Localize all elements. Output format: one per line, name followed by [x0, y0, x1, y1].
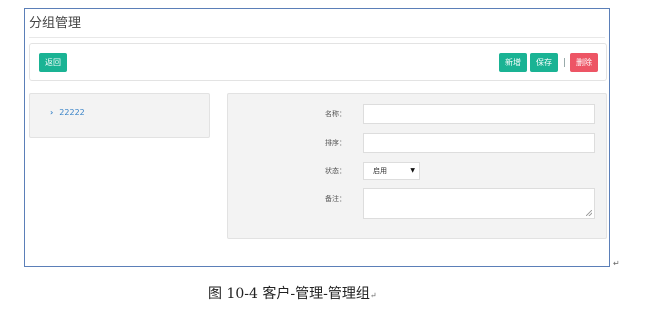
caption-paragraph-mark: ↵ [369, 291, 377, 300]
title-divider [29, 37, 605, 38]
note-textarea[interactable] [363, 188, 595, 219]
toolbar-separator [564, 58, 565, 67]
sort-label: 排序： [325, 139, 346, 147]
name-field[interactable] [363, 104, 595, 124]
tree-item[interactable]: › 22222 [50, 108, 85, 117]
status-label: 状态： [325, 167, 346, 175]
sort-field[interactable] [363, 133, 595, 153]
save-button[interactable]: 保存 [530, 53, 558, 72]
status-select[interactable]: 启用 ▼ [363, 162, 420, 180]
add-button[interactable]: 新增 [499, 53, 527, 72]
toolbar: 返回 新增 保存 删除 [29, 43, 607, 81]
app-window: 分组管理 返回 新增 保存 删除 › 22222 名称： 排序： 状态： 启用 ▼… [24, 8, 610, 267]
chevron-right-icon: › [50, 108, 54, 117]
name-label: 名称： [325, 110, 346, 118]
paragraph-mark: ↵ [613, 259, 620, 268]
group-tree-panel: › 22222 [29, 93, 210, 138]
note-label: 备注： [325, 195, 346, 203]
resize-handle-icon[interactable] [586, 210, 592, 216]
figure-caption: 图 10-4 客户-管理-管理组↵ [208, 283, 377, 303]
delete-button[interactable]: 删除 [570, 53, 598, 72]
page-title: 分组管理 [29, 16, 82, 31]
caret-down-icon: ▼ [410, 167, 415, 174]
status-selected-value: 启用 [373, 167, 387, 175]
tree-item-label: 22222 [59, 108, 85, 117]
figure-caption-text: 图 10-4 客户-管理-管理组 [208, 286, 370, 302]
group-form-panel: 名称： 排序： 状态： 启用 ▼ 备注： [227, 93, 607, 239]
back-button[interactable]: 返回 [39, 53, 67, 72]
